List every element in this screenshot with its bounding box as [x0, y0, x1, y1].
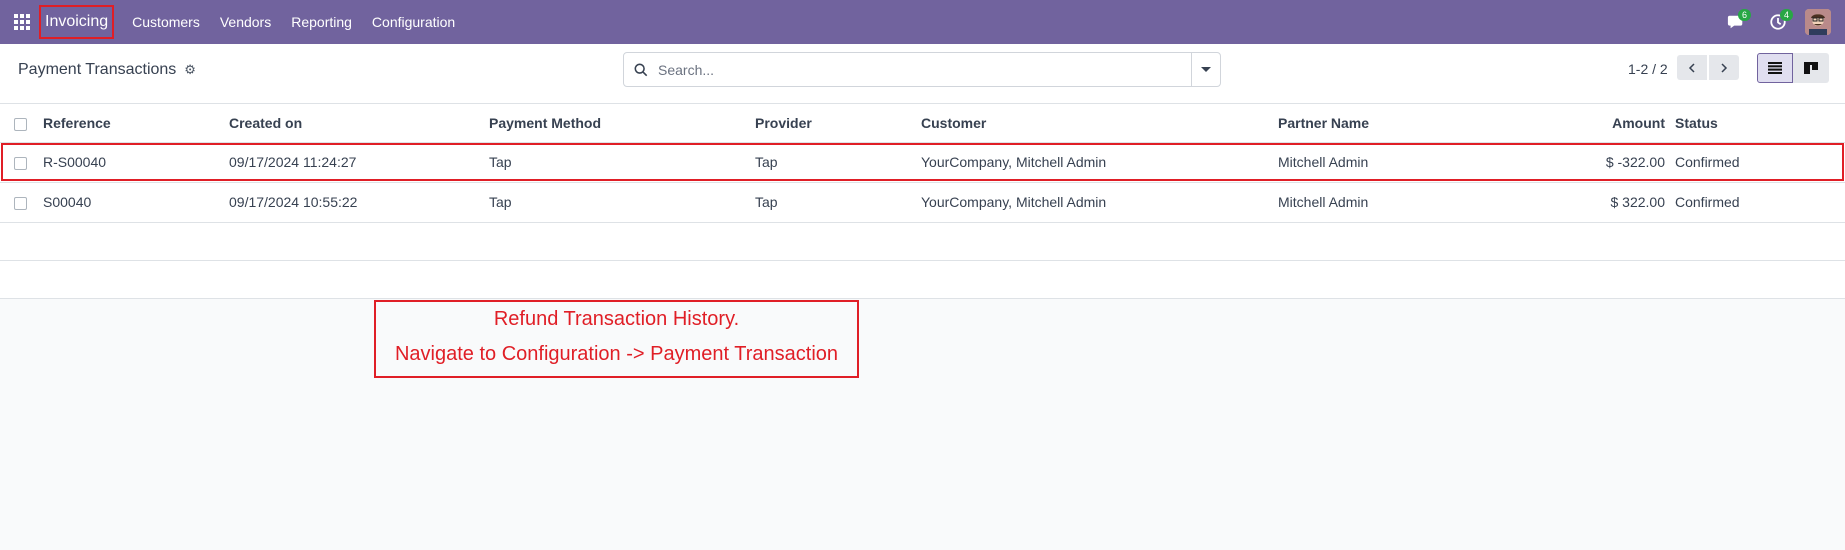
messages-counter: 6: [1738, 9, 1752, 21]
menu-vendors[interactable]: Vendors: [210, 0, 281, 44]
menu-configuration[interactable]: Configuration: [362, 0, 465, 44]
header-partner-name[interactable]: Partner Name: [1278, 104, 1498, 143]
row-select-cell: [0, 182, 43, 223]
cell-status: Confirmed: [1675, 182, 1845, 223]
header-status[interactable]: Status: [1675, 104, 1845, 143]
select-all-cell: [0, 104, 43, 143]
transactions-table: Reference Created on Payment Method Prov…: [0, 104, 1845, 299]
page-title: Payment Transactions: [18, 61, 177, 78]
cell-amount: $ 322.00: [1498, 182, 1675, 223]
view-switcher: [1757, 53, 1829, 83]
messages-button[interactable]: 6: [1715, 0, 1757, 44]
row-checkbox[interactable]: [14, 156, 27, 170]
menu-reporting[interactable]: Reporting: [281, 0, 362, 44]
list-view-button[interactable]: [1757, 53, 1793, 83]
cell-customer: YourCompany, Mitchell Admin: [921, 182, 1278, 223]
table-row[interactable]: S00040 09/17/2024 10:55:22 Tap Tap YourC…: [0, 182, 1845, 223]
row-select-cell: [0, 142, 43, 183]
header-reference[interactable]: Reference: [43, 104, 229, 143]
control-panel: Payment Transactions ⚙ 1-2 / 2: [0, 44, 1845, 104]
cell-customer: YourCompany, Mitchell Admin: [921, 142, 1278, 183]
user-avatar[interactable]: [1805, 9, 1831, 35]
app-brand[interactable]: Invoicing: [39, 5, 115, 39]
empty-row: [0, 260, 1845, 299]
main-menu: Customers Vendors Reporting Configuratio…: [122, 0, 465, 44]
cell-partner-name: Mitchell Admin: [1278, 182, 1498, 223]
table-header-row: Reference Created on Payment Method Prov…: [0, 104, 1845, 143]
gear-icon[interactable]: ⚙: [184, 62, 196, 78]
apps-menu-icon[interactable]: [0, 0, 44, 44]
cell-payment-method: Tap: [489, 142, 755, 183]
header-customer[interactable]: Customer: [921, 104, 1278, 143]
cell-reference: S00040: [43, 182, 229, 223]
list-icon: [1768, 62, 1782, 74]
kanban-icon: [1804, 62, 1818, 74]
annotation-box: Refund Transaction History. Navigate to …: [374, 300, 859, 378]
chevron-right-icon: [1721, 62, 1728, 73]
cell-partner-name: Mitchell Admin: [1278, 142, 1498, 183]
menu-customers[interactable]: Customers: [122, 0, 210, 44]
annotation-line-2: Navigate to Configuration -> Payment Tra…: [394, 343, 839, 365]
header-payment-method[interactable]: Payment Method: [489, 104, 755, 143]
table-row[interactable]: R-S00040 09/17/2024 11:24:27 Tap Tap You…: [0, 142, 1845, 183]
pager-previous-button[interactable]: [1677, 55, 1707, 80]
header-created-on[interactable]: Created on: [229, 104, 489, 143]
search-icon: [624, 63, 658, 77]
chevron-left-icon: [1688, 62, 1695, 73]
cell-status: Confirmed: [1675, 142, 1845, 183]
empty-row: [0, 222, 1845, 261]
pager-next-button[interactable]: [1709, 55, 1739, 80]
cell-provider: Tap: [755, 142, 921, 183]
pager-value[interactable]: 1-2 / 2: [1628, 61, 1668, 77]
cell-created-on: 09/17/2024 10:55:22: [229, 182, 489, 223]
cell-amount: $ -322.00: [1498, 142, 1675, 183]
cell-payment-method: Tap: [489, 182, 755, 223]
pager-buttons: [1677, 55, 1739, 80]
select-all-checkbox[interactable]: [14, 117, 27, 131]
activities-counter: 4: [1780, 9, 1794, 21]
search-bar: [623, 52, 1221, 87]
cell-reference: R-S00040: [43, 142, 229, 183]
systray: 6 4: [1715, 0, 1845, 44]
kanban-view-button[interactable]: [1793, 53, 1829, 83]
list-view: Reference Created on Payment Method Prov…: [0, 104, 1845, 299]
search-options-toggle[interactable]: [1191, 53, 1220, 86]
cell-created-on: 09/17/2024 11:24:27: [229, 142, 489, 183]
cell-provider: Tap: [755, 182, 921, 223]
header-amount[interactable]: Amount: [1498, 104, 1675, 143]
activities-button[interactable]: 4: [1757, 0, 1799, 44]
app-name: Invoicing: [45, 13, 109, 30]
breadcrumb: Payment Transactions ⚙: [18, 61, 196, 79]
top-navbar: Invoicing Customers Vendors Reporting Co…: [0, 0, 1845, 44]
search-input[interactable]: [658, 61, 1191, 78]
chevron-down-icon: [1201, 67, 1211, 72]
row-checkbox[interactable]: [14, 196, 27, 210]
annotation-line-1: Refund Transaction History.: [493, 308, 740, 330]
header-provider[interactable]: Provider: [755, 104, 921, 143]
